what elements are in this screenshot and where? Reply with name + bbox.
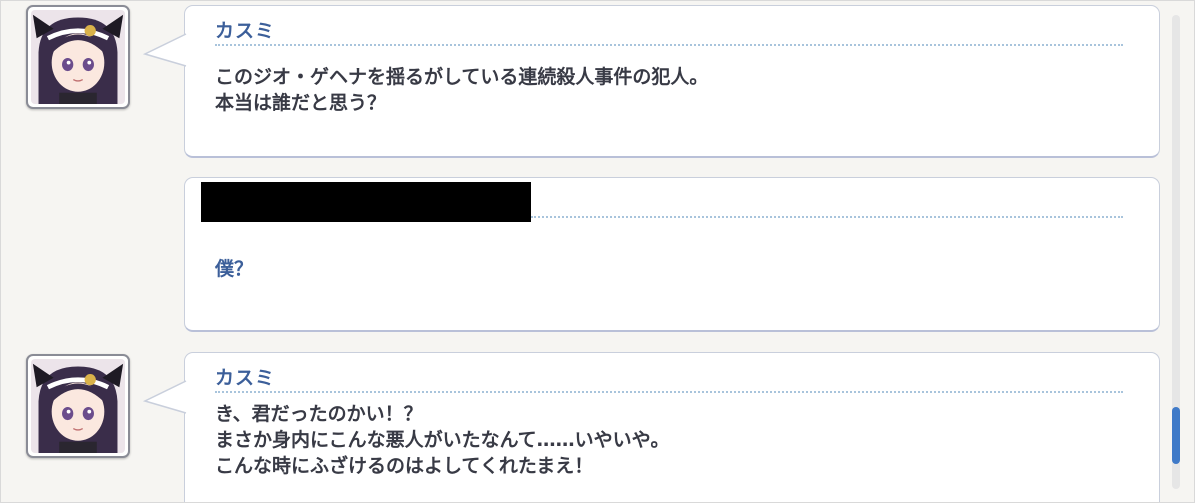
kasumi-portrait-icon	[26, 354, 130, 458]
dialogue-text: このジオ・ゲヘナを揺るがしている連続殺人事件の犯人。 本当は誰だと思う？	[215, 66, 709, 114]
character-portrait	[31, 10, 125, 104]
redacted-name-block	[201, 182, 531, 222]
dialogue-text: 僕？	[215, 258, 254, 280]
scrollbar-thumb[interactable]	[1172, 407, 1180, 464]
speech-tail	[143, 380, 187, 414]
speaker-name: カスミ	[215, 367, 276, 389]
character-portrait	[31, 359, 125, 453]
dialogue-bubble-player: 僕？	[184, 177, 1160, 332]
speech-tail	[143, 33, 187, 67]
name-divider	[531, 216, 1123, 218]
name-divider	[215, 44, 1123, 46]
dialogue-text: き、君だったのかい！？ まさか身内にこんな悪人がいたなんて……いやいや。 こんな…	[215, 403, 670, 477]
log-scrollbar[interactable]	[1172, 15, 1180, 489]
kasumi-portrait-icon	[26, 5, 130, 109]
dialogue-bubble: カスミ き、君だったのかい！？ まさか身内にこんな悪人がいたなんて……いやいや。…	[143, 352, 1160, 502]
dialogue-log: カスミ このジオ・ゲヘナを揺るがしている連続殺人事件の犯人。 本当は誰だと思う？…	[0, 0, 1195, 503]
name-divider	[215, 391, 1123, 393]
dialogue-bubble: カスミ このジオ・ゲヘナを揺るがしている連続殺人事件の犯人。 本当は誰だと思う？	[143, 5, 1160, 158]
speaker-name: カスミ	[215, 20, 276, 42]
